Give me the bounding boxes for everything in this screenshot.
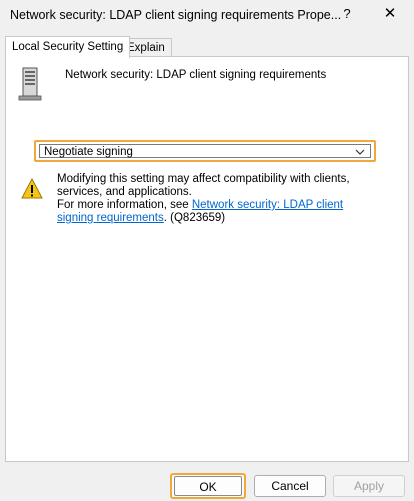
warning-line: Modifying this setting may affect compat… [57, 173, 350, 198]
tab-local-security-setting[interactable]: Local Security Setting [5, 36, 131, 58]
help-button[interactable]: ? [330, 0, 364, 30]
more-info-prefix: For more information, see [57, 199, 192, 211]
settings-panel [5, 56, 409, 462]
apply-button[interactable]: Apply [333, 475, 405, 497]
window-title: Network security: LDAP client signing re… [10, 8, 342, 22]
server-icon [18, 67, 42, 101]
signing-option-select[interactable]: Negotiate signing [34, 140, 376, 162]
ok-button[interactable]: OK [170, 473, 246, 499]
chevron-down-icon [355, 149, 365, 155]
warning-message: Modifying this setting may affect compat… [57, 173, 377, 225]
select-value: Negotiate signing [44, 146, 133, 158]
title-bar: Network security: LDAP client signing re… [0, 0, 414, 32]
kb-reference: . (Q823659) [163, 212, 226, 224]
close-button[interactable]: ✕ [370, 0, 410, 30]
ok-button-label: OK [174, 476, 242, 496]
cancel-button[interactable]: Cancel [254, 475, 326, 497]
warning-icon [21, 178, 43, 199]
policy-name: Network security: LDAP client signing re… [65, 69, 327, 81]
select-box[interactable]: Negotiate signing [39, 144, 371, 158]
